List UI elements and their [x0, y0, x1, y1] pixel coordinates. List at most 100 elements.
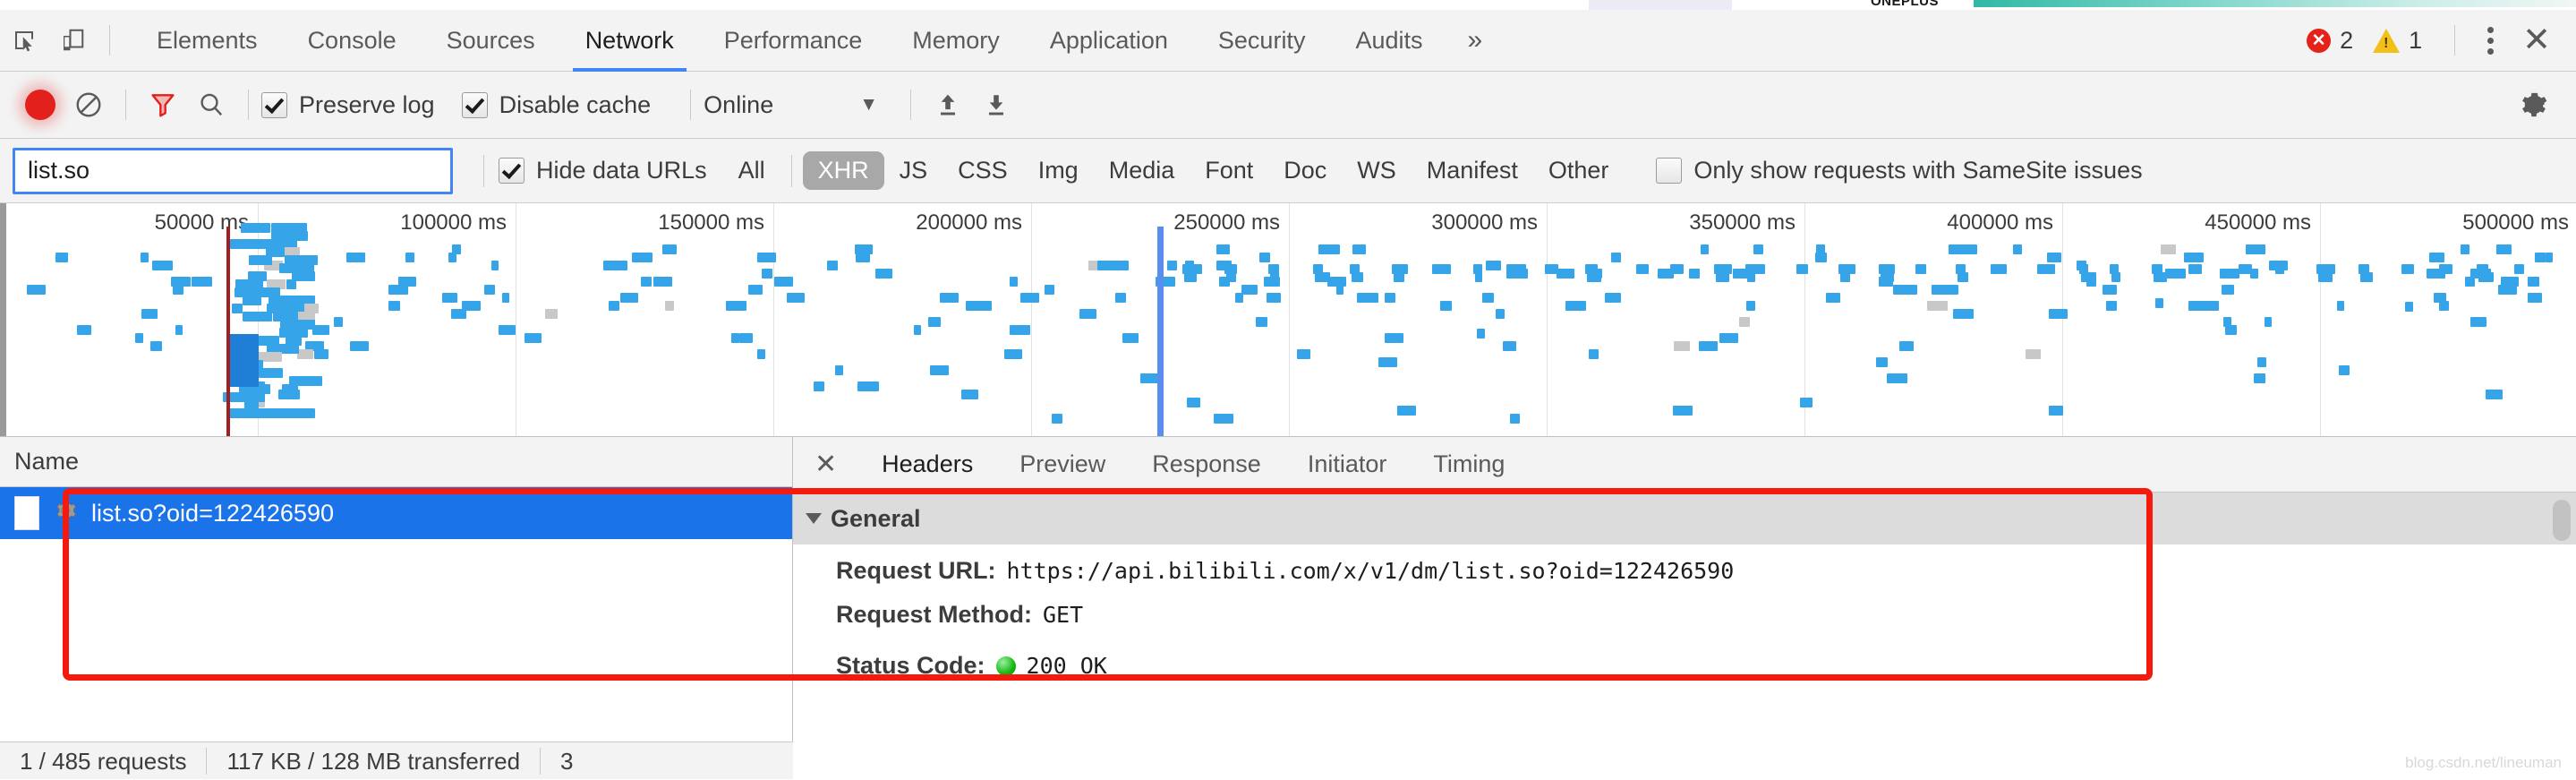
overview-request-bar [1114, 293, 1127, 303]
network-settings-button[interactable] [2510, 81, 2558, 129]
filter-chip-ws[interactable]: WS [1342, 151, 1412, 190]
overview-request-bar [661, 244, 677, 254]
tab-security[interactable]: Security [1193, 10, 1331, 72]
overview-request-bar [55, 253, 68, 262]
filter-chip-css[interactable]: CSS [943, 151, 1023, 190]
import-har-button[interactable] [924, 81, 972, 129]
filter-chip-js[interactable]: JS [884, 151, 943, 190]
samesite-issues-checkbox[interactable]: Only show requests with SameSite issues [1656, 157, 2143, 184]
tab-network[interactable]: Network [560, 10, 699, 72]
overview-request-bar [1635, 264, 1650, 274]
request-list-header[interactable]: Name [0, 437, 792, 487]
tab-sources-label: Sources [446, 26, 535, 54]
hide-data-urls-checkbox[interactable]: Hide data URLs [499, 157, 707, 184]
overview-request-bar [882, 269, 892, 279]
network-status-bar: 1 / 485 requests 117 KB / 128 MB transfe… [0, 741, 793, 779]
warning-counter[interactable]: 1 [2373, 27, 2435, 55]
samesite-issues-label: Only show requests with SameSite issues [1693, 157, 2143, 184]
overview-request-bar [1510, 414, 1521, 424]
overview-request-bar [388, 285, 405, 295]
overview-request-bar [1957, 272, 1969, 282]
filter-input[interactable]: list.so [13, 147, 453, 194]
devtools-window: ONEPLUS ✕ Elements Console [0, 0, 2576, 779]
tab-sources[interactable]: Sources [422, 10, 560, 72]
overview-request-bar [653, 277, 672, 287]
overview-request-bar [1839, 272, 1851, 282]
tab-headers[interactable]: Headers [858, 437, 996, 493]
overview-request-bar [1482, 293, 1494, 303]
filter-button[interactable] [139, 81, 187, 129]
overview-request-bar [243, 296, 261, 305]
overview-request-bar [544, 309, 559, 319]
gear-icon [52, 497, 79, 530]
preserve-log-checkbox[interactable]: Preserve log [261, 91, 435, 119]
tab-timing[interactable]: Timing [1410, 437, 1528, 493]
filter-chip-manifest[interactable]: Manifest [1412, 151, 1533, 190]
device-toolbar-icon[interactable] [48, 16, 97, 64]
overview-request-bar [1378, 357, 1397, 367]
inspect-element-icon[interactable] [0, 16, 48, 64]
close-devtools-icon[interactable]: ✕ [2513, 23, 2560, 57]
filter-chip-other[interactable]: Other [1533, 151, 1625, 190]
overview-request-bar [738, 333, 754, 343]
overview-request-bar [1545, 264, 1558, 274]
tab-performance[interactable]: Performance [699, 10, 888, 72]
overview-request-bar [834, 365, 843, 375]
general-section-header[interactable]: General [793, 493, 2576, 544]
overview-request-bar [2528, 293, 2543, 303]
export-har-button[interactable] [972, 81, 1020, 129]
overview-request-bar [1674, 341, 1690, 351]
overview-tick: 500000 ms [2320, 203, 2576, 436]
filter-chip-doc[interactable]: Doc [1268, 151, 1342, 190]
overview-request-bar [2404, 302, 2413, 313]
filter-chip-media[interactable]: Media [1094, 151, 1190, 190]
overview-request-bar [1669, 264, 1685, 274]
overview-request-bar [1753, 244, 1764, 254]
table-row[interactable]: list.so?oid=122426590 [0, 487, 792, 539]
throttling-dropdown[interactable]: Online ▼ [704, 91, 878, 119]
tab-preview[interactable]: Preview [996, 437, 1129, 493]
filter-chip-all[interactable]: All [723, 151, 780, 190]
overview-request-bar [2225, 325, 2237, 335]
more-tabs-icon[interactable]: » [1448, 10, 1503, 72]
tab-application[interactable]: Application [1025, 10, 1193, 72]
overview-request-bar [1476, 328, 1485, 339]
overview-request-bar [1915, 264, 1927, 274]
record-button[interactable] [16, 81, 64, 129]
detail-scrollbar[interactable] [2553, 500, 2571, 541]
disable-cache-checkbox[interactable]: Disable cache [461, 91, 651, 119]
tab-response[interactable]: Response [1129, 437, 1284, 493]
tab-audits[interactable]: Audits [1330, 10, 1447, 72]
overview-tick-label: 150000 ms [658, 210, 764, 235]
net-divider-3 [690, 90, 692, 120]
error-counter[interactable]: ✕ 2 [2307, 27, 2366, 55]
filter-chip-img[interactable]: Img [1023, 151, 1094, 190]
overview-request-bar [1586, 272, 1602, 282]
network-overview-timeline[interactable]: 50000 ms 100000 ms 150000 ms 200000 ms 2… [0, 203, 2576, 437]
close-detail-icon[interactable]: ✕ [807, 450, 858, 478]
chevron-down-icon: ▼ [859, 94, 879, 115]
overview-request-bar [1108, 261, 1130, 270]
overview-request-bar [297, 349, 314, 359]
clear-button[interactable] [64, 81, 113, 129]
search-button[interactable] [187, 81, 235, 129]
overview-tick-label: 400000 ms [1947, 210, 2053, 235]
overview-request-bar [813, 381, 825, 391]
overview-request-bar [1716, 272, 1730, 282]
network-toolbar: Preserve log Disable cache Online ▼ [0, 72, 2576, 139]
kebab-menu-icon[interactable] [2468, 26, 2513, 55]
tab-initiator[interactable]: Initiator [1284, 437, 1411, 493]
devtools-main-toolbar: Elements Console Sources Network Perform… [0, 10, 2576, 72]
overview-request-bar [913, 325, 922, 335]
overview-request-bar [1486, 261, 1501, 270]
tab-elements[interactable]: Elements [132, 10, 283, 72]
filter-chip-font[interactable]: Font [1190, 151, 1268, 190]
tab-console[interactable]: Console [283, 10, 422, 72]
tab-memory[interactable]: Memory [887, 10, 1025, 72]
overview-request-bar [451, 309, 467, 319]
request-url-value[interactable]: https://api.bilibili.com/x/v1/dm/list.so… [1007, 558, 1735, 584]
overview-request-bar [2155, 297, 2164, 308]
overview-tick-label: 200000 ms [916, 210, 1022, 235]
overview-request-bar [1747, 272, 1755, 282]
filter-chip-xhr[interactable]: XHR [802, 151, 884, 190]
